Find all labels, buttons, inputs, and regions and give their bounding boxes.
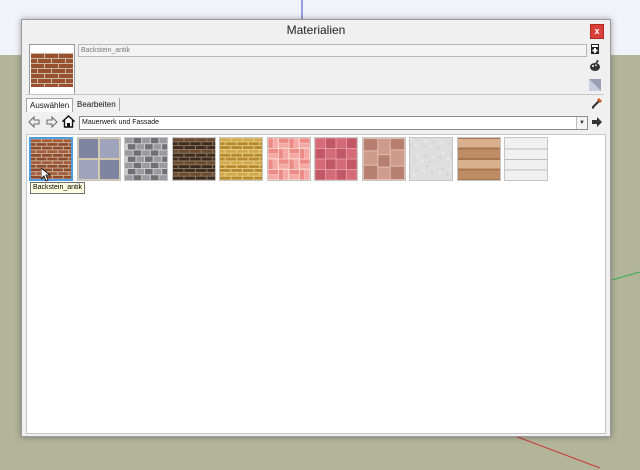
material-swatch[interactable] — [76, 137, 121, 181]
material-preview-panel: Backstein_antik — [26, 41, 587, 95]
material-swatch[interactable] — [504, 137, 548, 181]
swatch-texture — [457, 138, 500, 180]
material-swatch[interactable] — [314, 137, 358, 181]
material-swatch[interactable] — [219, 137, 263, 181]
material-swatch[interactable] — [171, 137, 216, 181]
details-arrow-icon[interactable] — [590, 115, 603, 129]
preview-texture — [31, 53, 73, 87]
material-preview-swatch[interactable] — [29, 44, 75, 95]
material-name-field[interactable]: Backstein_antik — [78, 44, 587, 57]
eyedropper-icon[interactable] — [590, 96, 604, 110]
swatch-texture — [125, 138, 167, 180]
material-browser: Backstein_antik — [26, 134, 606, 434]
collection-label: Mauerwerk und Fassade — [82, 119, 160, 126]
swatch-texture — [172, 138, 215, 180]
materials-dialog: Materialien x Backstein_antik Auswählen … — [21, 19, 611, 437]
swatch-texture — [31, 139, 71, 179]
swatch-texture — [315, 138, 357, 180]
divider — [26, 94, 604, 95]
mouse-cursor-icon — [41, 168, 51, 182]
swatch-texture — [220, 138, 262, 180]
chevron-down-icon[interactable]: ▼ — [576, 117, 587, 129]
swatch-texture — [410, 138, 452, 180]
swatch-texture — [505, 138, 547, 180]
material-swatch[interactable] — [266, 137, 311, 181]
tooltip: Backstein_antik — [30, 182, 86, 194]
material-swatch[interactable] — [124, 137, 168, 181]
display-secondary-pane-icon[interactable] — [588, 59, 602, 73]
navigation-row: Mauerwerk und Fassade ▼ — [26, 115, 604, 130]
default-material-icon[interactable] — [588, 78, 602, 92]
arrow-left-icon[interactable] — [28, 115, 41, 129]
tab-bearbeiten[interactable]: Bearbeiten — [74, 98, 120, 111]
material-swatch[interactable] — [361, 137, 406, 181]
collection-dropdown[interactable]: Mauerwerk und Fassade ▼ — [79, 116, 588, 130]
tab-auswaehlen[interactable]: Auswählen — [26, 98, 74, 112]
swatch-texture — [77, 138, 120, 180]
window-title: Materialien — [286, 23, 346, 37]
arrow-right-icon[interactable] — [45, 115, 58, 129]
material-swatch[interactable] — [29, 137, 73, 181]
material-swatch[interactable] — [409, 137, 453, 181]
title-bar[interactable]: Materialien x — [22, 20, 610, 42]
swatch-texture — [362, 138, 405, 180]
create-material-icon[interactable] — [588, 42, 602, 56]
close-button[interactable]: x — [590, 24, 604, 39]
swatch-texture — [267, 138, 310, 180]
home-icon[interactable] — [61, 115, 76, 129]
material-swatch[interactable] — [456, 137, 501, 181]
